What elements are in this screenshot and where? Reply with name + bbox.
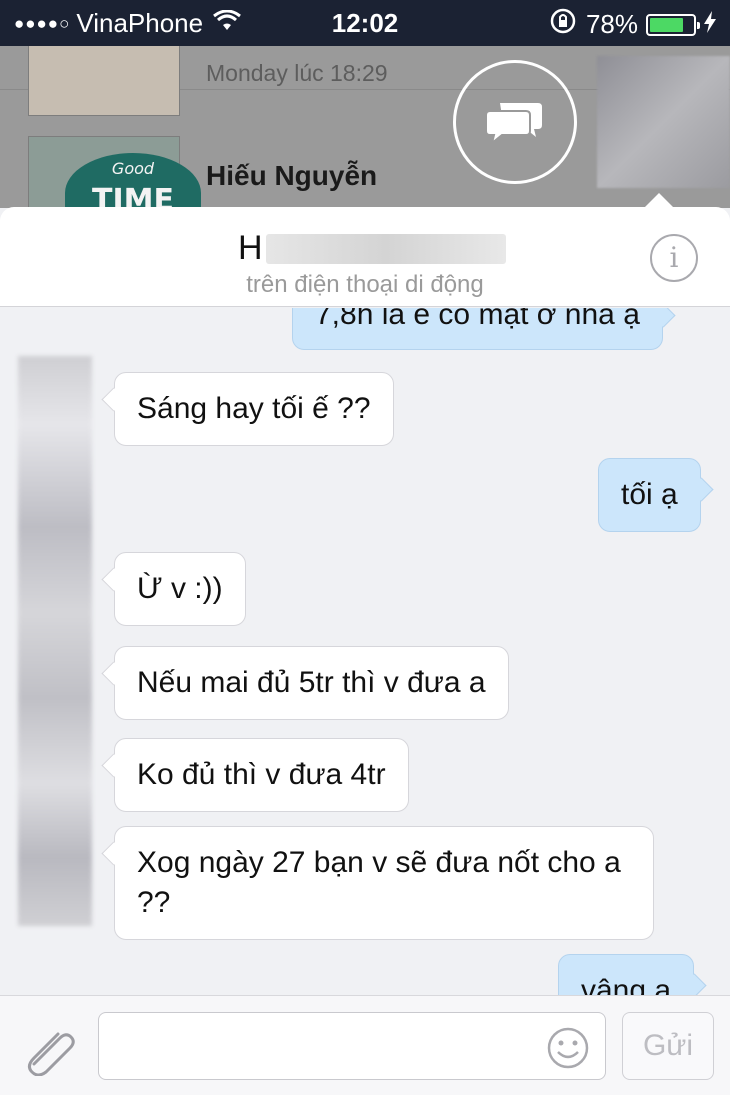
info-button[interactable]: i [650, 234, 698, 282]
chat-title: H [238, 229, 263, 267]
chat-header: H trên điện thoại di động [0, 193, 730, 307]
status-bar: ●●●●○ VinaPhone 12:02 78% [0, 0, 730, 46]
message-text: Nếu mai đủ 5tr thì v đưa a [137, 666, 486, 699]
message-bubble-incoming[interactable]: Ko đủ thì v đưa 4tr [114, 738, 409, 812]
status-right: 78% [550, 8, 716, 41]
message-bubble-incoming[interactable]: Sáng hay tối ế ?? [114, 372, 394, 446]
battery-fill [650, 17, 683, 32]
inbox-timestamp: Monday lúc 18:29 [206, 60, 388, 86]
emoji-button[interactable] [546, 1026, 590, 1070]
attach-button[interactable] [22, 1020, 82, 1077]
message-input[interactable] [98, 1012, 606, 1080]
message-text: tối ạ [621, 478, 678, 511]
charging-icon [704, 9, 716, 40]
message-list[interactable]: 7,8h là e có mặt ở nhà ạ Sáng hay tối ế … [0, 308, 730, 995]
paperclip-icon [27, 1032, 75, 1077]
message-bubble-outgoing[interactable]: 7,8h là e có mặt ở nhà ạ [292, 308, 663, 350]
contact-avatar [18, 356, 92, 926]
message-bubble-outgoing[interactable]: tối ạ [598, 458, 701, 532]
chat-heads-button[interactable] [453, 60, 577, 184]
inbox-contact-name: Hiếu Nguyễn [206, 160, 378, 191]
message-text: Xog ngày 27 bạn v sẽ đưa nốt cho a ?? [137, 846, 621, 919]
time-logo: Good TIME [65, 153, 201, 208]
chat-subtitle: trên điện thoại di động [246, 271, 484, 298]
composer-bar: Gửi [0, 995, 730, 1095]
logo-text: TIME [92, 183, 174, 208]
logo-small-text: Good [111, 159, 155, 178]
message-bubble-outgoing[interactable]: vâng a [558, 954, 695, 995]
send-button[interactable]: Gửi [622, 1012, 714, 1080]
battery-percent: 78% [585, 9, 638, 39]
battery-icon [646, 13, 700, 36]
inbox-thumbnail [28, 46, 180, 116]
message-bubble-incoming[interactable]: Nếu mai đủ 5tr thì v đưa a [114, 646, 509, 720]
message-bubble-incoming[interactable]: Xog ngày 27 bạn v sẽ đưa nốt cho a ?? [114, 826, 654, 940]
chat-bubbles-icon [486, 103, 542, 145]
message-bubble-incoming[interactable]: Ừ v :)) [114, 552, 246, 626]
smiley-icon [547, 1027, 589, 1069]
inbox-thumbnail: Good TIME [28, 136, 201, 208]
message-text: Ko đủ thì v đưa 4tr [137, 758, 386, 791]
message-text: 7,8h là e có mặt ở nhà ạ [315, 308, 640, 331]
redacted-name [266, 234, 506, 264]
message-text: Sáng hay tối ế ?? [137, 392, 371, 425]
orientation-lock-icon [550, 8, 576, 41]
chat-head-pointer [645, 193, 673, 207]
chat-head-avatar[interactable] [597, 56, 730, 188]
message-text: Ừ v :)) [137, 572, 223, 605]
inbox-background: Monday lúc 18:29 Good TIME Hiếu Nguyễn [0, 46, 730, 208]
message-text: vâng a [581, 974, 672, 995]
